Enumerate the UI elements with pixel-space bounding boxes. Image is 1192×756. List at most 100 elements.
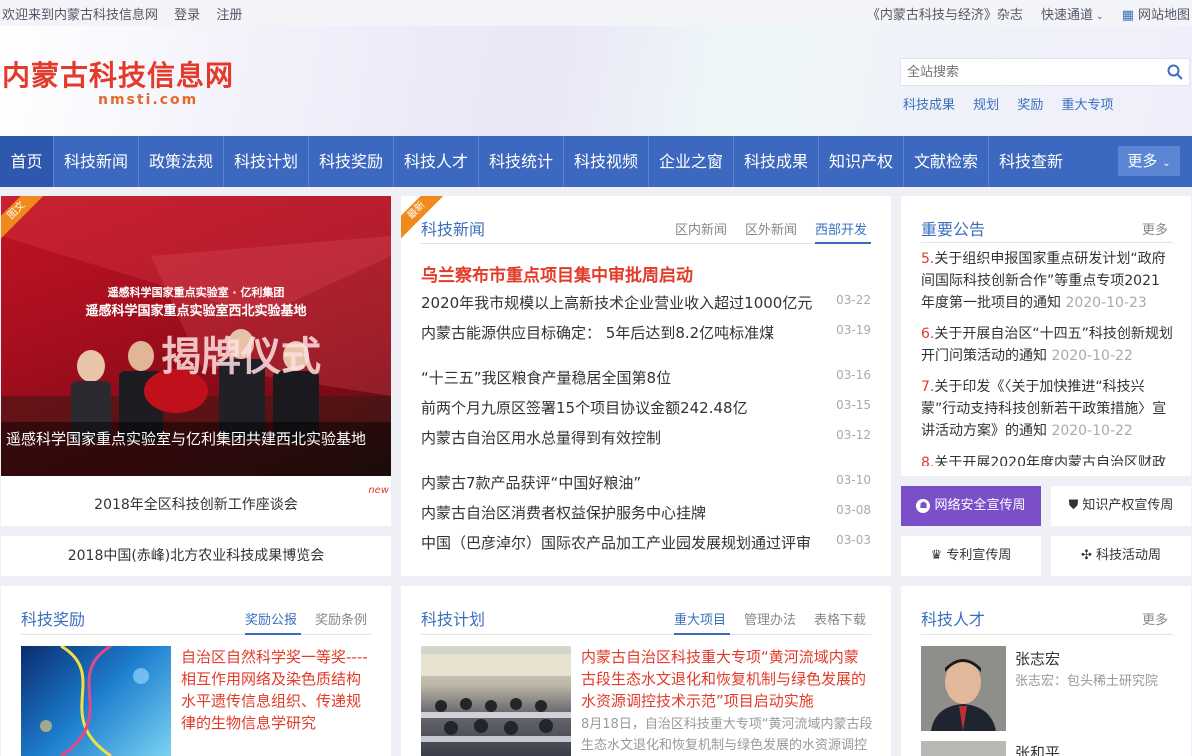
plan-tab-indicator — [674, 633, 730, 635]
notice-item[interactable]: 7.关于印发《〈关于加快推进“科技兴蒙”行动支持科技创新若干政策措施〉宣讲活动方… — [921, 376, 1173, 442]
sci-news-title[interactable]: 科技新闻 — [421, 216, 485, 240]
patent-week-button[interactable]: ♛ 专利宣传周 — [901, 536, 1041, 576]
awards-tab-bulletin[interactable]: 奖励公报 — [245, 609, 297, 628]
news-item[interactable]: 内蒙古能源供应目标确定： 5年后达到8.2亿吨标准煤 03-19 — [421, 322, 871, 342]
plan-item-title[interactable]: 内蒙古自治区科技重大专项“黄河流域内蒙古段生态水文退化和恢复机制与绿色发展的水资… — [581, 646, 873, 712]
news-item-date: 03-10 — [836, 473, 871, 487]
news-item[interactable]: 内蒙古自治区用水总量得到有效控制 03-12 — [421, 427, 871, 447]
sci-news-tab-west[interactable]: 西部开发 — [815, 219, 867, 238]
notice-date: 2020-10-22 — [1051, 348, 1133, 364]
sci-news-tab-domestic[interactable]: 区内新闻 — [675, 219, 727, 238]
nav-item-sci-plan[interactable]: 科技计划 — [224, 136, 308, 187]
featured-caption[interactable]: 遥感科学国家重点实验室与亿利集团共建西北实验基地 — [6, 428, 386, 450]
news-item-date: 03-19 — [836, 323, 871, 337]
hot-link-awards[interactable]: 奖励 — [1017, 98, 1043, 113]
plan-tab-management[interactable]: 管理办法 — [744, 609, 796, 628]
awards-thumbnail[interactable] — [21, 644, 171, 756]
security-icon: ☗ — [916, 498, 931, 513]
network-security-button[interactable]: ☗ 网络安全宣传周 — [901, 486, 1041, 526]
avatar[interactable] — [921, 646, 1006, 731]
notice-item[interactable]: 5.关于组织申报国家重点研发计划“政府间国际科技创新合作”等重点专项2021年度… — [921, 248, 1173, 314]
nav-item-video[interactable]: 科技视频 — [564, 136, 648, 187]
news-item-date: 03-03 — [836, 533, 871, 547]
featured-panel: 遥感科学国家重点实验室 · 亿利集团 遥感科学国家重点实验室西北实验基地 揭牌仪… — [1, 196, 391, 526]
search-icon[interactable] — [1167, 64, 1183, 84]
plan-tab-major[interactable]: 重大项目 — [674, 609, 726, 628]
awards-title[interactable]: 科技奖励 — [21, 606, 85, 630]
sci-news-tab-external[interactable]: 区外新闻 — [745, 219, 797, 238]
dna-icon — [40, 644, 149, 756]
news-item-title: 内蒙古自治区用水总量得到有效控制 — [421, 429, 662, 447]
hot-links: 科技成果 规划 奖励 重大专项 — [903, 94, 1127, 113]
news-item-title: 内蒙古7款产品获评“中国好粮油” — [421, 474, 642, 492]
news-item-date: 03-08 — [836, 503, 871, 517]
talent-name[interactable]: 张志宏 — [1015, 648, 1060, 669]
hot-link-major-projects[interactable]: 重大专项 — [1061, 98, 1113, 113]
nav-more-label: 更多 — [1127, 152, 1158, 170]
share-icon: ✣ — [1081, 548, 1092, 563]
notice-text: 关于开展2020年度内蒙古自治区财政科技计划项目 — [934, 455, 1166, 466]
news-item-date: 03-22 — [836, 293, 871, 307]
notice-text: 关于开展自治区“十四五”科技创新规划开门问策活动的通知 — [921, 326, 1173, 364]
awards-item-title[interactable]: 自治区自然科学奖一等奖----相互作用网络及染色质结构水平遗传信息组织、传递规律… — [181, 646, 373, 734]
notices-divider — [921, 242, 1173, 243]
register-link[interactable]: 注册 — [216, 8, 242, 23]
nav-more-button[interactable]: 更多 ⌄ — [1118, 146, 1180, 176]
talent-name[interactable]: 张和平 — [1015, 742, 1060, 756]
news-item[interactable]: “十三五”我区粮食产量稳居全国第8位 03-16 — [421, 367, 871, 387]
plan-tab-downloads[interactable]: 表格下载 — [814, 609, 866, 628]
notices-more-link[interactable]: 更多 — [1142, 219, 1168, 238]
nav-item-novelty-search[interactable]: 科技查新 — [989, 136, 1073, 187]
nav-item-sci-awards[interactable]: 科技奖励 — [309, 136, 393, 187]
nav-item-enterprise[interactable]: 企业之窗 — [649, 136, 733, 187]
news-item-title: “十三五”我区粮食产量稳居全国第8位 — [421, 369, 672, 387]
avatar[interactable] — [921, 741, 1006, 756]
login-link[interactable]: 登录 — [174, 8, 200, 23]
activity-week-button[interactable]: ✣ 科技活动周 — [1051, 536, 1191, 576]
talents-title[interactable]: 科技人才 — [921, 606, 985, 630]
sci-news-headline[interactable]: 乌兰察布市重点项目集中审批周启动 — [421, 261, 693, 286]
nav-item-talents[interactable]: 科技人才 — [394, 136, 478, 187]
featured-ribbon: 图文 — [1, 196, 45, 240]
ip-week-button[interactable]: ⛊ 知识产权宣传周 — [1051, 486, 1191, 526]
notice-item[interactable]: 6.关于开展自治区“十四五”科技创新规划开门问策活动的通知 2020-10-22 — [921, 323, 1173, 367]
sci-news-divider — [421, 243, 871, 244]
news-item[interactable]: 内蒙古7款产品获评“中国好粮油” 03-10 — [421, 472, 871, 492]
featured-photo[interactable]: 遥感科学国家重点实验室 · 亿利集团 遥感科学国家重点实验室西北实验基地 揭牌仪… — [1, 196, 391, 476]
sitemap-label: 网站地图 — [1137, 8, 1190, 23]
nav-item-achievements[interactable]: 科技成果 — [734, 136, 818, 187]
talents-more-link[interactable]: 更多 — [1142, 609, 1168, 628]
hot-link-planning[interactable]: 规划 — [973, 98, 999, 113]
plan-thumbnail[interactable] — [421, 646, 571, 756]
featured-link-1[interactable]: 2018年全区科技创新工作座谈会 — [1, 494, 391, 514]
activity-week-label: 科技活动周 — [1095, 548, 1161, 563]
sitemap-link[interactable]: ▦ 网站地图 — [1122, 8, 1190, 23]
news-item[interactable]: 中国（巴彦淖尔）国际农产品加工产业园发展规划通过评审 03-03 — [421, 532, 871, 552]
search-input[interactable] — [901, 59, 1151, 85]
quick-nav-dropdown[interactable]: 快速通道 ⌄ — [1041, 8, 1104, 23]
nav-item-literature[interactable]: 文献检索 — [904, 136, 988, 187]
featured-link-2[interactable]: 2018中国(赤峰)北方农业科技成果博览会 — [1, 536, 391, 576]
notices-title[interactable]: 重要公告 — [921, 216, 985, 240]
nav-item-home[interactable]: 首页 — [0, 136, 53, 187]
news-item[interactable]: 前两个月九原区签署15个项目协议金额242.48亿 03-15 — [421, 397, 871, 417]
news-item[interactable]: 内蒙古自治区消费者权益保护服务中心挂牌 03-08 — [421, 502, 871, 522]
magazine-link[interactable]: 《内蒙古科技与经济》杂志 — [867, 8, 1023, 23]
notice-number: 5. — [921, 251, 935, 267]
photo-banner-big: 揭牌仪式 — [161, 334, 321, 380]
person-photo-art — [921, 646, 1006, 731]
awards-tab-indicator — [245, 633, 301, 635]
notice-item[interactable]: 8.关于开展2020年度内蒙古自治区财政科技计划项目 — [921, 452, 1173, 466]
hot-link-achievements[interactable]: 科技成果 — [903, 98, 955, 113]
shield-icon: ⛊ — [1068, 498, 1079, 513]
nav-item-sci-news[interactable]: 科技新闻 — [54, 136, 138, 187]
news-item-title: 2020年我市规模以上高新技术企业营业收入超过1000亿元 — [421, 294, 813, 312]
nav-item-policy[interactable]: 政策法规 — [139, 136, 223, 187]
news-item-title: 中国（巴彦淖尔）国际农产品加工产业园发展规划通过评审 — [421, 534, 812, 552]
news-item[interactable]: 2020年我市规模以上高新技术企业营业收入超过1000亿元 03-22 — [421, 292, 871, 312]
plan-title[interactable]: 科技计划 — [421, 606, 485, 630]
nav-item-statistics[interactable]: 科技统计 — [479, 136, 563, 187]
site-logo[interactable]: 内蒙古科技信息网 — [2, 54, 234, 94]
awards-tab-regulations[interactable]: 奖励条例 — [315, 609, 367, 628]
nav-item-ip[interactable]: 知识产权 — [819, 136, 903, 187]
